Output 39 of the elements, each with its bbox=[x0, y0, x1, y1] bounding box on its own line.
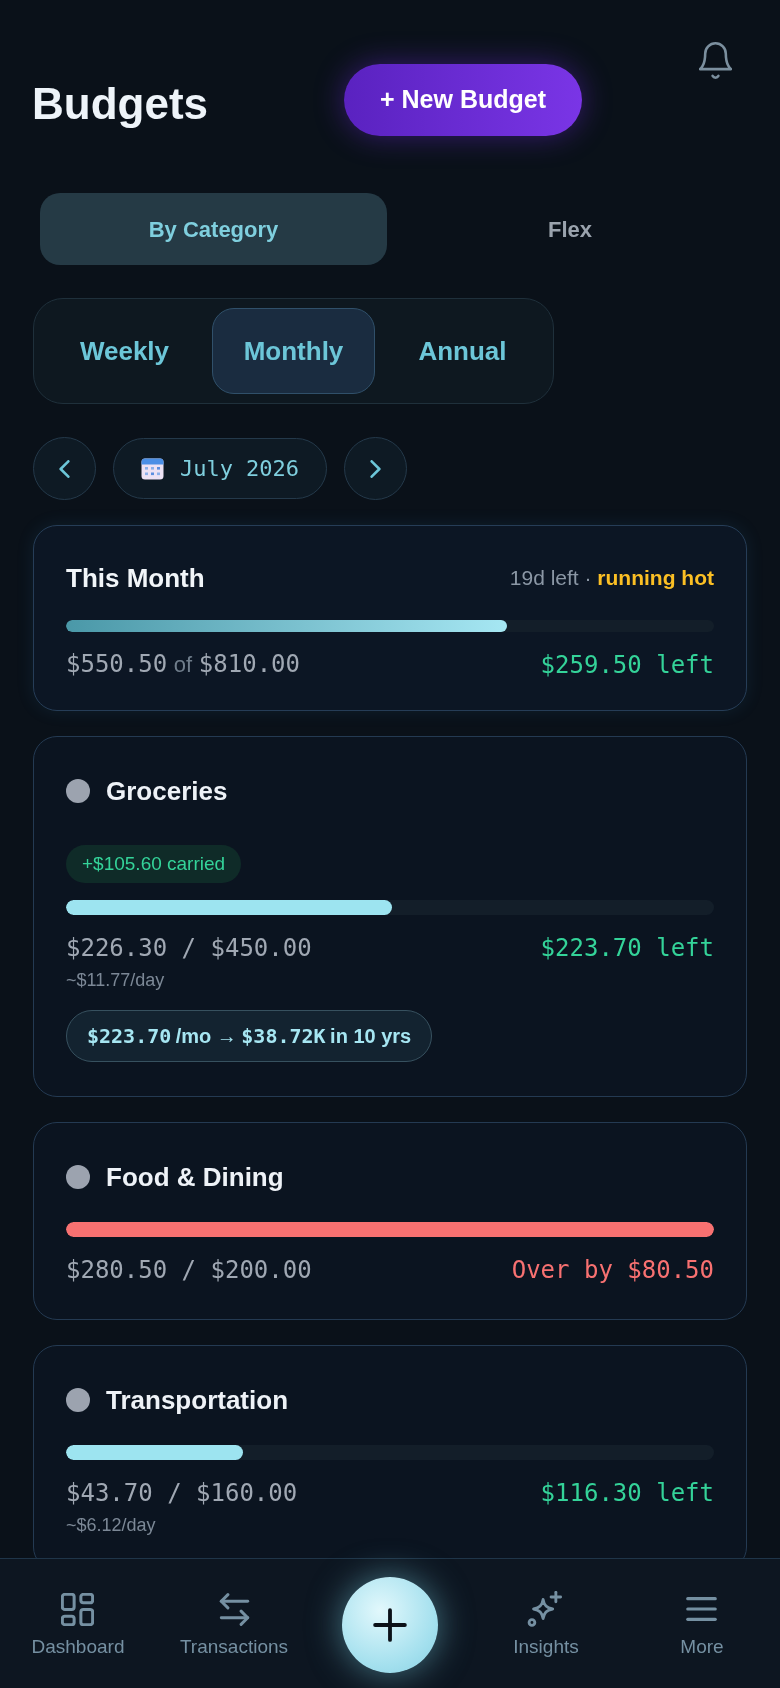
view-toggle-tab[interactable]: Flex bbox=[400, 193, 740, 265]
spent-of-budget-text: $280.50 / $200.00 bbox=[66, 1255, 312, 1285]
sparkle-icon bbox=[527, 1591, 565, 1627]
daily-allowance-text: ~$6.12/day bbox=[66, 1514, 156, 1536]
bell-icon[interactable] bbox=[699, 42, 732, 79]
period-tab[interactable]: Monthly bbox=[212, 308, 375, 394]
remaining-text: Over by $80.50 bbox=[511, 1255, 714, 1285]
menu-icon bbox=[686, 1595, 718, 1623]
spent-of-budget-text: $226.30 / $450.00 bbox=[66, 933, 312, 963]
category-name: Transportation bbox=[106, 1384, 288, 1416]
remaining-text: $223.70 left bbox=[540, 933, 714, 963]
category-name: Groceries bbox=[106, 775, 228, 807]
daily-allowance-text: ~$11.77/day bbox=[66, 969, 165, 991]
period-tab[interactable]: Weekly bbox=[43, 308, 206, 394]
page-title: Budgets bbox=[32, 78, 208, 130]
pace-status-text: 19d left · running hot bbox=[509, 565, 714, 592]
plus-icon bbox=[373, 1608, 407, 1642]
month-picker-button[interactable]: July 2026 bbox=[113, 438, 327, 499]
savings-projection-badge: $223.70 /mo → $38.72K in 10 yrs bbox=[66, 1010, 433, 1062]
nav-item[interactable]: Dashboard bbox=[31, 1559, 125, 1659]
spent-of-total-text: $550.50 of $810.00 bbox=[66, 649, 300, 680]
nav-item[interactable]: More bbox=[680, 1559, 724, 1659]
carried-over-badge: +$105.60 carried bbox=[66, 845, 242, 883]
left-right-arrows-icon bbox=[218, 1592, 250, 1626]
calendar-icon bbox=[140, 457, 164, 480]
view-toggle-tab[interactable]: By Category bbox=[40, 193, 387, 265]
remaining-text: $259.50 left bbox=[540, 649, 714, 680]
add-button[interactable] bbox=[342, 1577, 438, 1673]
spent-of-budget-text: $43.70 / $160.00 bbox=[66, 1478, 298, 1508]
nav-item[interactable]: Insights bbox=[513, 1559, 579, 1659]
chevron-right-icon bbox=[370, 459, 381, 478]
remaining-text: $116.30 left bbox=[540, 1478, 714, 1508]
card-title: This Month bbox=[66, 562, 205, 594]
nav-item[interactable]: Transactions bbox=[179, 1559, 289, 1659]
category-name: Food & Dining bbox=[106, 1161, 284, 1193]
new-budget-button[interactable]: + New Budget bbox=[344, 64, 582, 136]
layout-grid-icon bbox=[61, 1592, 95, 1626]
chevron-left-icon bbox=[59, 459, 70, 478]
period-tab[interactable]: Annual bbox=[381, 308, 544, 394]
